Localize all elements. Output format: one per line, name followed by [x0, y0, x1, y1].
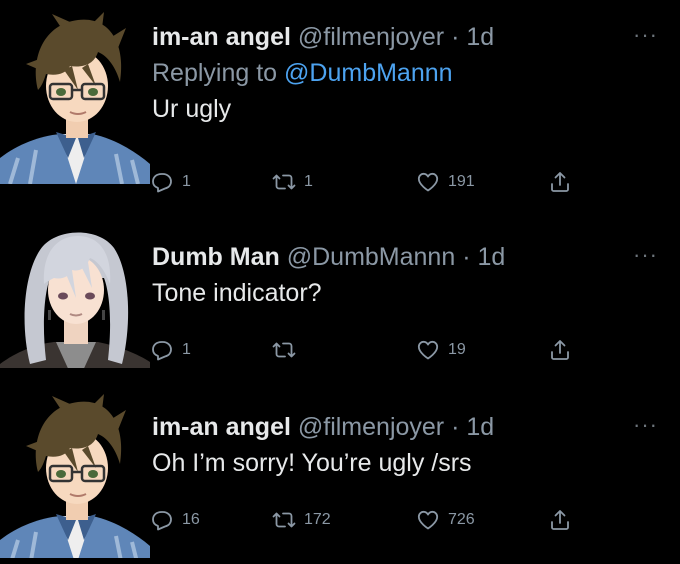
user-handle[interactable]: @filmenjoyer [298, 23, 444, 51]
retweet-icon [272, 338, 296, 362]
retweet-count: 1 [304, 173, 313, 190]
user-handle[interactable]: @filmenjoyer [298, 413, 444, 441]
more-options-icon[interactable]: ··· [633, 242, 658, 268]
avatar-image [0, 8, 150, 184]
replying-to-mention[interactable]: @DumbMannn [284, 59, 453, 87]
like-button[interactable]: 19 [416, 338, 466, 362]
share-icon [548, 338, 572, 362]
reply-count: 1 [182, 173, 191, 190]
user-handle[interactable]: @DumbMannn [287, 243, 456, 271]
share-button[interactable] [548, 170, 572, 194]
display-name[interactable]: im-an angel [152, 23, 291, 51]
like-count: 19 [448, 341, 466, 358]
retweet-icon [272, 170, 296, 194]
tweet-1[interactable]: ··· im-an angel @filmenjoyer · 1d Replyi… [0, 0, 680, 200]
tweet-header: im-an angel @filmenjoyer · 1d [152, 22, 620, 52]
reply-icon [150, 508, 174, 532]
separator-dot: · [462, 243, 471, 271]
tweet-content: Dumb Man @DumbMannn · 1d Tone indicator? [152, 242, 620, 308]
reply-icon [150, 338, 174, 362]
replying-to-line: Replying to @DumbMannn [152, 58, 620, 88]
like-button[interactable]: 191 [416, 170, 475, 194]
timestamp[interactable]: 1d [477, 243, 505, 271]
tweet-text: Ur ugly [152, 95, 232, 123]
share-button[interactable] [548, 508, 572, 532]
timestamp[interactable]: 1d [466, 413, 494, 441]
reply-button[interactable]: 1 [150, 338, 191, 362]
retweet-button[interactable]: 172 [272, 508, 331, 532]
separator-dot: · [451, 413, 460, 441]
more-options-icon[interactable]: ··· [633, 22, 658, 48]
retweet-button[interactable]: 1 [272, 170, 313, 194]
retweet-button[interactable] [272, 338, 304, 362]
more-options-icon[interactable]: ··· [633, 412, 658, 438]
action-bar: 1 19 [150, 338, 590, 368]
action-bar: 1 1 191 [150, 170, 590, 200]
share-button[interactable] [548, 338, 572, 362]
share-icon [548, 170, 572, 194]
avatar-image [0, 390, 150, 558]
display-name[interactable]: Dumb Man [152, 243, 280, 271]
tweet-text: Tone indicator? [152, 279, 322, 307]
reply-icon [150, 170, 174, 194]
tweet-3[interactable]: ··· im-an angel @filmenjoyer · 1d Oh I’m… [0, 372, 680, 564]
reply-count: 16 [182, 511, 200, 528]
like-count: 726 [448, 511, 475, 528]
retweet-count: 172 [304, 511, 331, 528]
heart-icon [416, 338, 440, 362]
avatar-image [0, 214, 150, 368]
separator-dot: · [451, 23, 460, 51]
heart-icon [416, 508, 440, 532]
tweet-content: im-an angel @filmenjoyer · 1d Oh I’m sor… [152, 412, 620, 478]
tweet-2[interactable]: ··· Dumb Man @DumbMannn · 1d Tone indica… [0, 200, 680, 372]
avatar[interactable] [0, 390, 150, 558]
replying-to-label: Replying to [152, 59, 278, 87]
timestamp[interactable]: 1d [466, 23, 494, 51]
action-bar: 16 172 726 [150, 508, 590, 538]
share-icon [548, 508, 572, 532]
retweet-icon [272, 508, 296, 532]
tweet-content: im-an angel @filmenjoyer · 1d Replying t… [152, 22, 620, 124]
tweet-header: Dumb Man @DumbMannn · 1d [152, 242, 620, 272]
reply-button[interactable]: 16 [150, 508, 200, 532]
display-name[interactable]: im-an angel [152, 413, 291, 441]
reply-button[interactable]: 1 [150, 170, 191, 194]
heart-icon [416, 170, 440, 194]
tweet-text: Oh I’m sorry! You’re ugly /srs [152, 449, 472, 477]
avatar[interactable] [0, 8, 150, 184]
like-button[interactable]: 726 [416, 508, 475, 532]
reply-count: 1 [182, 341, 191, 358]
like-count: 191 [448, 173, 475, 190]
avatar[interactable] [0, 214, 150, 368]
tweet-header: im-an angel @filmenjoyer · 1d [152, 412, 620, 442]
